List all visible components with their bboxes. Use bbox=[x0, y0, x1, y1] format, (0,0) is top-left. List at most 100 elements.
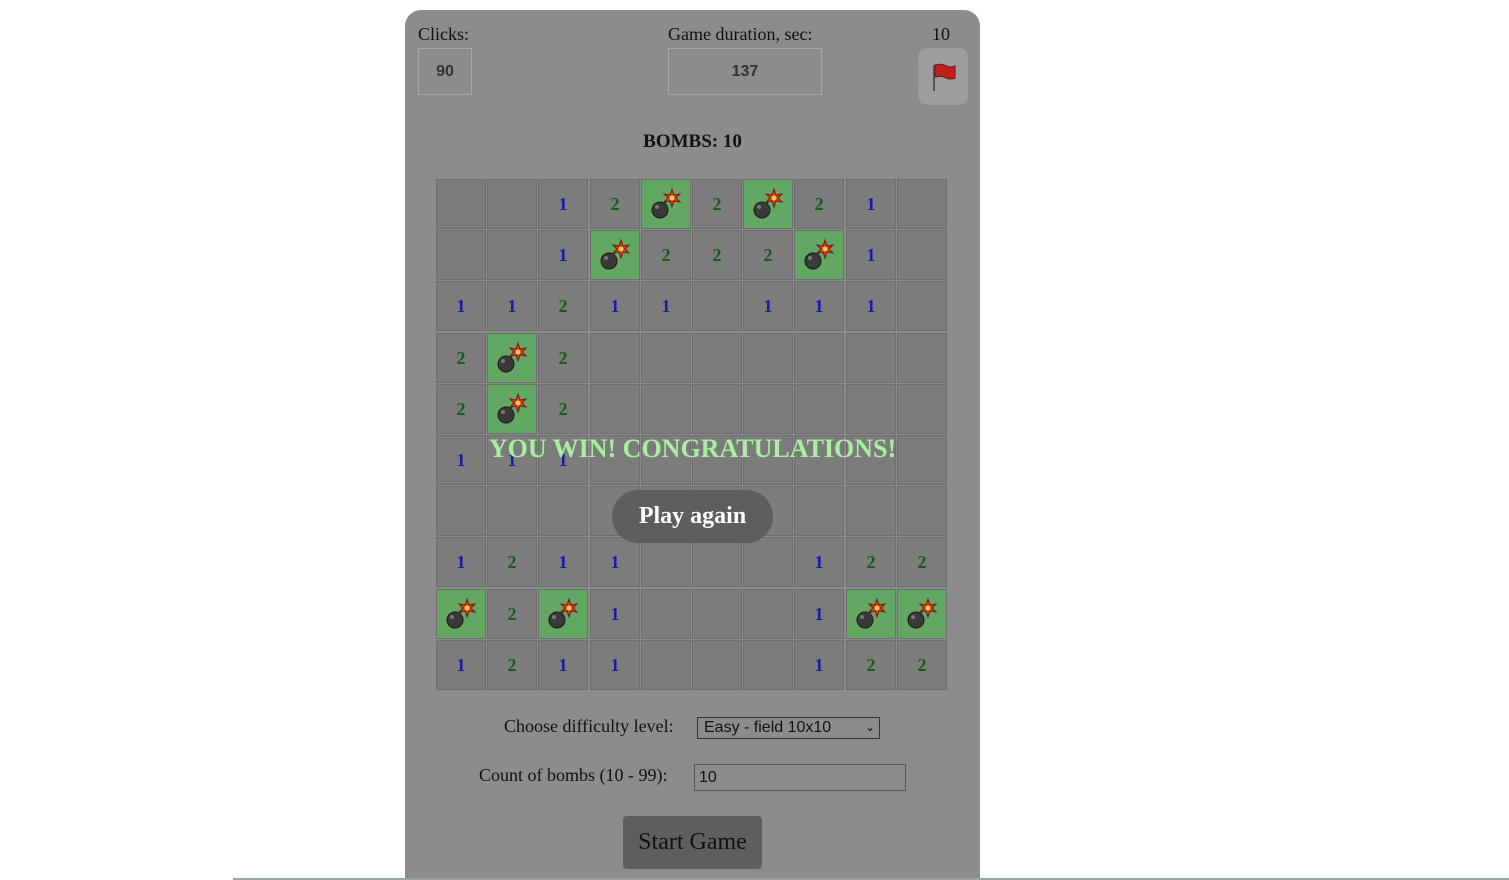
flag-mode-button[interactable] bbox=[918, 48, 968, 105]
cell-number-label: 1 bbox=[610, 551, 620, 572]
cell-number[interactable]: 1 bbox=[794, 281, 844, 331]
cell-number[interactable]: 2 bbox=[487, 537, 537, 587]
bomb-count-input[interactable]: 10 bbox=[694, 764, 906, 791]
cell-empty[interactable] bbox=[897, 230, 947, 280]
cell-empty[interactable] bbox=[897, 281, 947, 331]
cell-empty[interactable] bbox=[436, 486, 486, 536]
cell-empty[interactable] bbox=[692, 640, 742, 690]
cell-number[interactable]: 2 bbox=[846, 537, 896, 587]
cell-number[interactable]: 1 bbox=[846, 230, 896, 280]
cell-number[interactable]: 2 bbox=[846, 640, 896, 690]
cell-bomb[interactable] bbox=[487, 333, 537, 383]
cell-number[interactable]: 2 bbox=[641, 230, 691, 280]
cell-bomb[interactable] bbox=[846, 589, 896, 639]
cell-number[interactable]: 1 bbox=[538, 230, 588, 280]
cell-number-label: 1 bbox=[814, 603, 824, 624]
cell-empty[interactable] bbox=[794, 384, 844, 434]
cell-bomb[interactable] bbox=[641, 179, 691, 229]
cell-number[interactable]: 1 bbox=[436, 537, 486, 587]
cell-number[interactable]: 1 bbox=[641, 281, 691, 331]
cell-number[interactable]: 1 bbox=[538, 179, 588, 229]
cell-bomb[interactable] bbox=[743, 179, 793, 229]
cell-empty[interactable] bbox=[692, 281, 742, 331]
cell-empty[interactable] bbox=[692, 537, 742, 587]
cell-empty[interactable] bbox=[897, 486, 947, 536]
cell-empty[interactable] bbox=[743, 537, 793, 587]
bombs-title: BOMBS: 10 bbox=[643, 131, 742, 152]
cell-empty[interactable] bbox=[692, 384, 742, 434]
cell-number[interactable]: 1 bbox=[538, 537, 588, 587]
cell-number[interactable]: 2 bbox=[692, 179, 742, 229]
cell-empty[interactable] bbox=[743, 384, 793, 434]
cell-bomb[interactable] bbox=[436, 589, 486, 639]
cell-empty[interactable] bbox=[641, 384, 691, 434]
cell-number[interactable]: 2 bbox=[538, 333, 588, 383]
cell-empty[interactable] bbox=[436, 230, 486, 280]
cell-number[interactable]: 1 bbox=[743, 281, 793, 331]
cell-empty[interactable] bbox=[590, 384, 640, 434]
cell-empty[interactable] bbox=[897, 384, 947, 434]
cell-empty[interactable] bbox=[538, 486, 588, 536]
cell-empty[interactable] bbox=[846, 333, 896, 383]
cell-empty[interactable] bbox=[743, 640, 793, 690]
cell-empty[interactable] bbox=[641, 589, 691, 639]
cell-number[interactable]: 2 bbox=[897, 537, 947, 587]
cell-empty[interactable] bbox=[846, 384, 896, 434]
cell-bomb[interactable] bbox=[538, 589, 588, 639]
cell-number[interactable]: 1 bbox=[487, 281, 537, 331]
cell-number[interactable]: 1 bbox=[846, 281, 896, 331]
cell-empty[interactable] bbox=[487, 230, 537, 280]
cell-bomb[interactable] bbox=[897, 589, 947, 639]
cell-empty[interactable] bbox=[794, 486, 844, 536]
cell-number[interactable]: 1 bbox=[794, 640, 844, 690]
cell-number[interactable]: 2 bbox=[590, 179, 640, 229]
cell-number[interactable]: 1 bbox=[590, 640, 640, 690]
cell-number[interactable]: 1 bbox=[794, 589, 844, 639]
cell-number[interactable]: 2 bbox=[487, 589, 537, 639]
cell-number[interactable]: 2 bbox=[436, 333, 486, 383]
cell-number[interactable]: 2 bbox=[897, 640, 947, 690]
cell-number[interactable]: 2 bbox=[436, 384, 486, 434]
play-again-button[interactable]: Play again bbox=[612, 490, 773, 543]
cell-number[interactable]: 1 bbox=[590, 589, 640, 639]
cell-empty[interactable] bbox=[794, 333, 844, 383]
cell-empty[interactable] bbox=[743, 589, 793, 639]
cell-empty[interactable] bbox=[897, 179, 947, 229]
cell-bomb[interactable] bbox=[487, 384, 537, 434]
difficulty-select[interactable]: Easy - field 10x10 ⌄ bbox=[697, 717, 880, 739]
cell-empty[interactable] bbox=[641, 640, 691, 690]
cell-number-label: 2 bbox=[866, 654, 876, 675]
cell-number-label: 1 bbox=[610, 654, 620, 675]
start-game-button[interactable]: Start Game bbox=[623, 816, 762, 869]
cell-number-label: 1 bbox=[610, 295, 620, 316]
cell-number[interactable]: 2 bbox=[487, 640, 537, 690]
cell-number[interactable]: 2 bbox=[538, 281, 588, 331]
cell-number[interactable]: 1 bbox=[794, 537, 844, 587]
cell-number[interactable]: 2 bbox=[743, 230, 793, 280]
cell-empty[interactable] bbox=[436, 179, 486, 229]
cell-number[interactable]: 1 bbox=[590, 537, 640, 587]
cell-bomb[interactable] bbox=[590, 230, 640, 280]
cell-number-label: 2 bbox=[661, 244, 671, 265]
cell-empty[interactable] bbox=[641, 333, 691, 383]
cell-number-label: 2 bbox=[507, 551, 517, 572]
cell-number[interactable]: 1 bbox=[436, 281, 486, 331]
cell-number[interactable]: 1 bbox=[590, 281, 640, 331]
cell-number[interactable]: 1 bbox=[538, 640, 588, 690]
cell-number-label: 2 bbox=[456, 347, 466, 368]
cell-empty[interactable] bbox=[692, 589, 742, 639]
cell-empty[interactable] bbox=[487, 179, 537, 229]
cell-bomb[interactable] bbox=[794, 230, 844, 280]
cell-empty[interactable] bbox=[846, 486, 896, 536]
cell-number[interactable]: 1 bbox=[436, 640, 486, 690]
cell-number[interactable]: 2 bbox=[692, 230, 742, 280]
cell-empty[interactable] bbox=[692, 333, 742, 383]
cell-empty[interactable] bbox=[743, 333, 793, 383]
cell-empty[interactable] bbox=[897, 333, 947, 383]
cell-number[interactable]: 2 bbox=[794, 179, 844, 229]
cell-number[interactable]: 1 bbox=[846, 179, 896, 229]
cell-empty[interactable] bbox=[487, 486, 537, 536]
cell-number[interactable]: 2 bbox=[538, 384, 588, 434]
cell-empty[interactable] bbox=[590, 333, 640, 383]
cell-empty[interactable] bbox=[641, 537, 691, 587]
